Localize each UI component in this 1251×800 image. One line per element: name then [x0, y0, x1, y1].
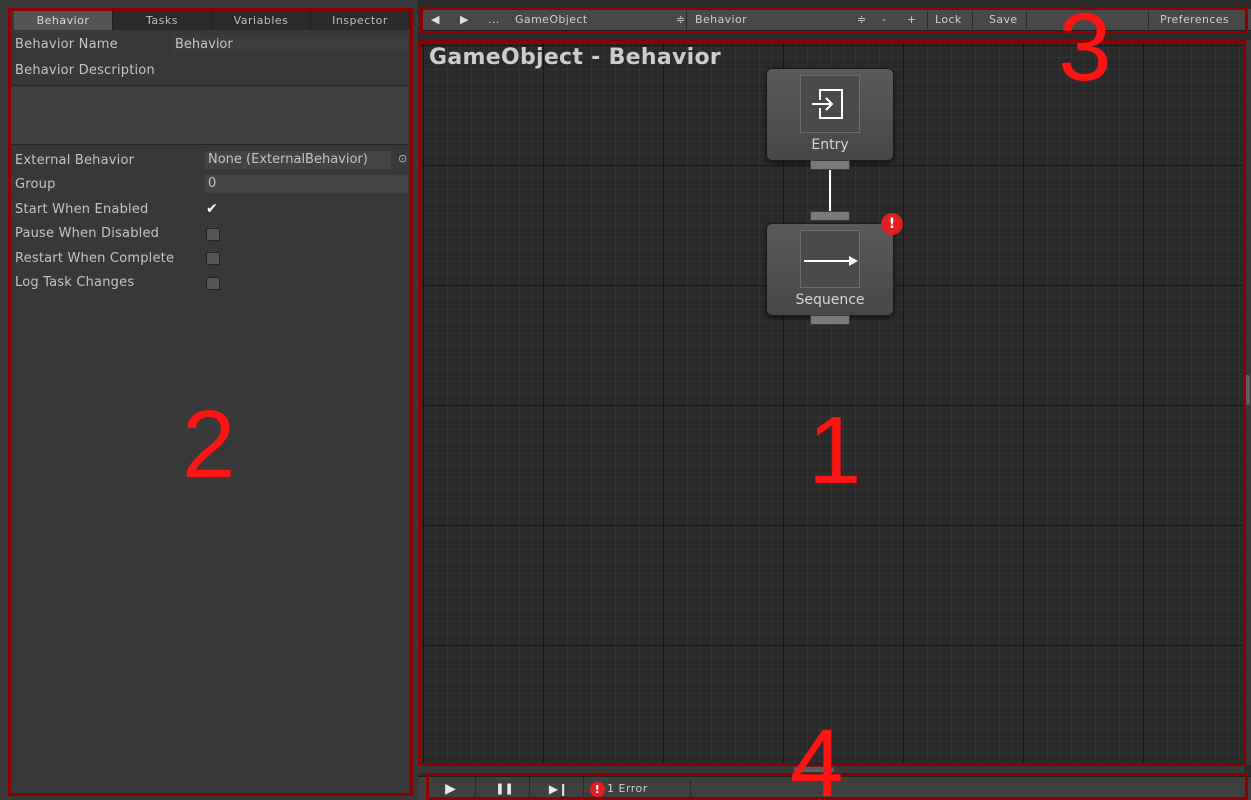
behavior-description-field[interactable]: [10, 85, 408, 145]
graph-title: GameObject - Behavior: [429, 45, 722, 70]
external-behavior-field[interactable]: None (ExternalBehavior): [205, 151, 391, 169]
log-task-changes-checkbox[interactable]: [206, 277, 220, 290]
group-label: Group: [15, 177, 56, 192]
gameobject-dropdown-icon[interactable]: ≑: [676, 9, 686, 31]
behavior-selector[interactable]: Behavior: [695, 9, 747, 31]
entry-icon: [800, 75, 860, 133]
preferences-button[interactable]: Preferences: [1160, 9, 1229, 31]
inspector-panel: Behavior Tasks Variables Inspector Behav…: [0, 0, 418, 800]
start-when-enabled-checkbox[interactable]: ✔: [206, 202, 220, 216]
toolbar-divider: [1026, 11, 1027, 29]
vertical-scrollbar[interactable]: [1244, 40, 1251, 765]
toolbar-divider: [927, 11, 928, 29]
step-button[interactable]: ▶❙: [534, 777, 584, 800]
horizontal-scrollbar-thumb[interactable]: [794, 767, 834, 772]
back-arrow-icon[interactable]: ◀: [431, 9, 440, 31]
behavior-name-label: Behavior Name: [15, 37, 118, 52]
pause-when-disabled-checkbox[interactable]: [206, 228, 220, 241]
restart-when-complete-checkbox[interactable]: [206, 252, 220, 265]
behavior-graph-canvas[interactable]: GameObject - Behavior Entry Sequence !: [418, 40, 1244, 765]
gameobject-selector[interactable]: GameObject: [515, 9, 588, 31]
entry-output-port[interactable]: [810, 160, 850, 170]
forward-arrow-icon[interactable]: ▶: [460, 9, 469, 31]
start-when-enabled-label: Start When Enabled: [15, 202, 149, 217]
save-button[interactable]: Save: [989, 9, 1018, 31]
behavior-name-field[interactable]: Behavior: [172, 36, 408, 54]
toolbar-divider: [686, 11, 687, 29]
tab-inspector[interactable]: Inspector: [311, 11, 410, 30]
panel-tab-bar: Behavior Tasks Variables Inspector: [14, 11, 410, 30]
pause-button[interactable]: ❚❚: [480, 777, 530, 800]
tab-tasks[interactable]: Tasks: [113, 11, 212, 30]
tab-behavior[interactable]: Behavior: [14, 11, 113, 30]
object-picker-icon[interactable]: ⊙: [398, 152, 407, 165]
sequence-node[interactable]: Sequence: [766, 223, 894, 316]
group-field[interactable]: 0: [205, 175, 408, 193]
node-connection[interactable]: [829, 170, 831, 211]
behavior-dropdown-icon[interactable]: ≑: [857, 9, 867, 31]
sequence-output-port[interactable]: [810, 315, 850, 325]
error-count-label: 1 Error: [607, 782, 648, 795]
entry-node[interactable]: Entry: [766, 68, 894, 161]
toolbar-divider: [1148, 11, 1149, 29]
external-behavior-label: External Behavior: [15, 153, 135, 168]
add-behavior-button[interactable]: +: [907, 9, 917, 31]
entry-node-label: Entry: [811, 137, 849, 153]
vertical-scrollbar-thumb[interactable]: [1245, 375, 1250, 405]
toolbar-divider: [972, 11, 973, 29]
more-button[interactable]: ...: [488, 9, 500, 31]
error-status[interactable]: ! 1 Error: [590, 777, 648, 800]
toolbar-divider: [690, 780, 691, 798]
lock-button[interactable]: Lock: [935, 9, 962, 31]
sequence-arrow-icon: [800, 230, 860, 288]
error-icon: !: [590, 781, 605, 797]
log-task-changes-label: Log Task Changes: [15, 275, 135, 290]
pause-when-disabled-label: Pause When Disabled: [15, 226, 160, 241]
horizontal-scrollbar[interactable]: [418, 765, 1244, 774]
restart-when-complete-label: Restart When Complete: [15, 251, 175, 266]
debug-toolbar: ▶ ❚❚ ▶❙ ! 1 Error: [418, 776, 1251, 800]
behavior-description-label: Behavior Description: [15, 63, 155, 78]
sequence-node-label: Sequence: [795, 292, 865, 308]
tab-variables[interactable]: Variables: [212, 11, 311, 30]
graph-toolbar: ◀ ▶ ... GameObject ≑ Behavior ≑ - + Lock…: [420, 9, 1251, 31]
play-button[interactable]: ▶: [426, 777, 476, 800]
remove-behavior-button[interactable]: -: [882, 9, 886, 31]
error-badge-icon[interactable]: !: [881, 213, 903, 235]
sequence-input-port[interactable]: [810, 211, 850, 221]
